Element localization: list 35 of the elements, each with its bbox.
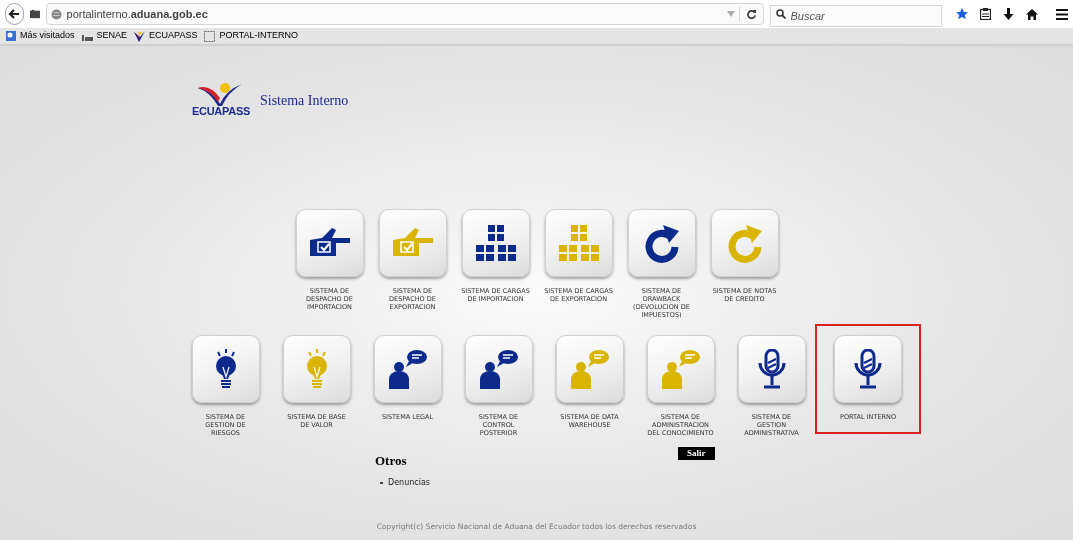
star-icon[interactable] (956, 8, 968, 20)
logout-button[interactable]: Salir (678, 447, 715, 460)
bookmark-link[interactable]: Más visitados (20, 29, 75, 43)
system-tile-button[interactable] (282, 335, 351, 403)
search-icon (775, 9, 786, 19)
home-icon[interactable] (1026, 8, 1038, 20)
menu-icon[interactable] (1056, 8, 1068, 20)
logo-icon (134, 30, 146, 42)
back-button[interactable] (5, 3, 24, 25)
system-tile-button[interactable] (627, 209, 696, 277)
bookmark-link[interactable]: ECUAPASS (149, 29, 198, 43)
system-tile-button[interactable] (646, 335, 715, 403)
page-title: Sistema Interno (260, 92, 349, 110)
system-tile-button[interactable] (555, 335, 624, 403)
back-arrow-icon (8, 8, 21, 20)
bookmark-link[interactable]: SENAE (96, 29, 128, 43)
search-field[interactable]: Buscar (769, 5, 942, 27)
logo-text: ECUAPASS (191, 106, 251, 117)
clipboard-icon[interactable] (980, 8, 991, 20)
system-tile-button[interactable] (544, 209, 613, 277)
system-tile-button[interactable] (461, 209, 530, 277)
section-heading: Otros (375, 452, 408, 470)
download-icon[interactable] (1003, 8, 1014, 20)
bookmark-link[interactable]: PORTAL-INTERNO (219, 29, 299, 43)
system-tile-button[interactable] (373, 335, 442, 403)
system-tile-button[interactable] (464, 335, 533, 403)
system-tile-button[interactable] (834, 335, 902, 403)
link[interactable]: Denuncias (388, 476, 430, 489)
system-tile-button[interactable] (191, 335, 260, 403)
page-icon (204, 30, 216, 42)
system-tile-button[interactable] (737, 335, 806, 403)
system-tile-button[interactable] (378, 209, 447, 277)
system-tile-button[interactable] (295, 209, 364, 277)
bullet-icon (380, 481, 383, 484)
system-tile-button[interactable] (710, 209, 779, 277)
